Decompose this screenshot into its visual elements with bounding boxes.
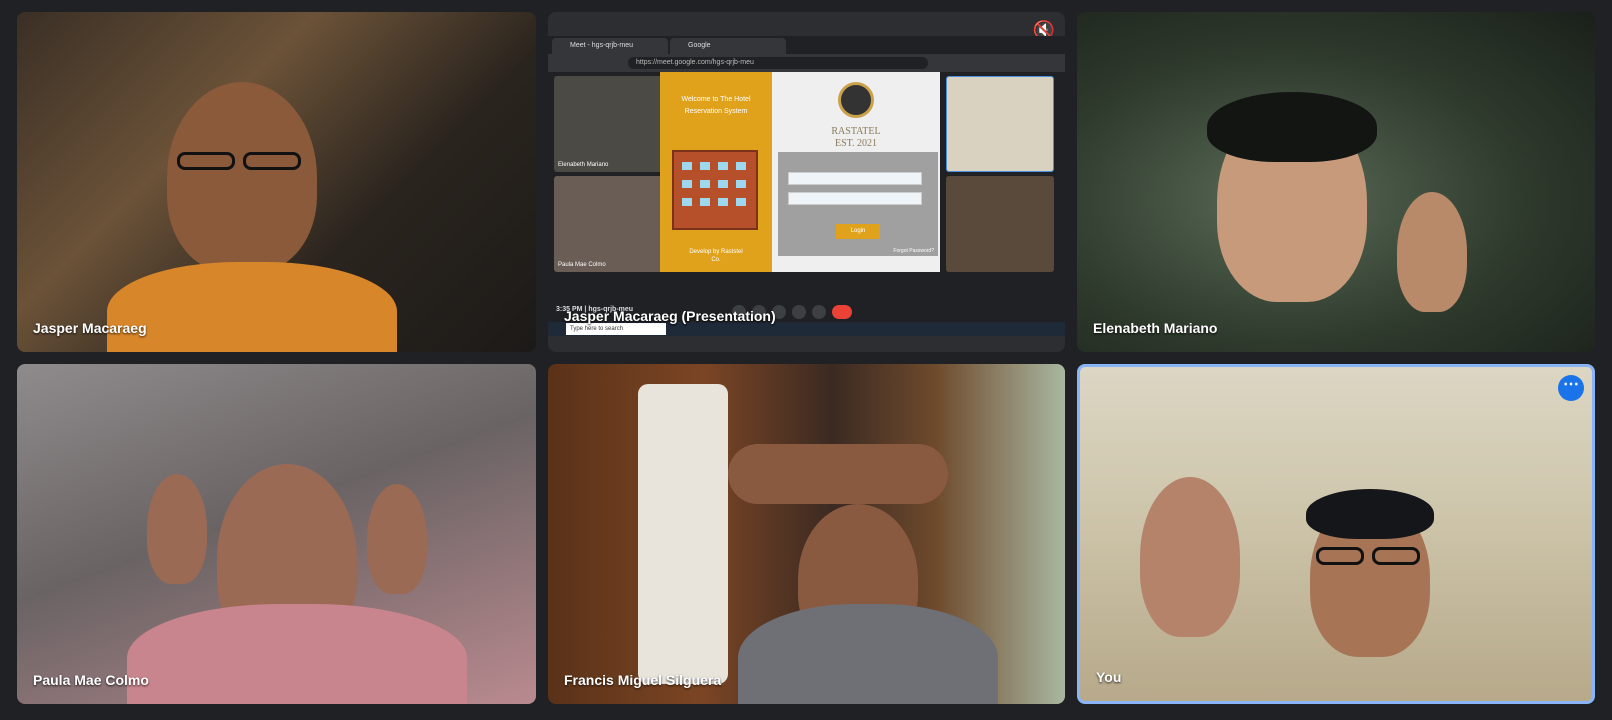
raised-hand (367, 484, 427, 594)
participant-tile-francis[interactable]: Francis Miguel Silguera (548, 364, 1065, 704)
password-field[interactable] (788, 192, 922, 205)
participant-body (738, 604, 998, 704)
participant-video (167, 82, 317, 272)
mini-tile-name: Paula Mae Colmo (558, 262, 606, 268)
present-icon (792, 305, 806, 319)
browser-tab: Meet - hgs-qrjb-meu (552, 38, 668, 54)
glasses-right (1372, 547, 1420, 565)
more-options-icon[interactable]: ⋯ (1558, 375, 1584, 401)
participant-name: Francis Miguel Silguera (564, 672, 722, 688)
welcome-text: Welcome to The Hotel Reservation System (681, 96, 751, 115)
url-field: https://meet.google.com/hgs-qrjb-meu (628, 57, 928, 69)
mini-tile: Paula Mae Colmo (554, 176, 662, 272)
login-form: Login Forgot Password? (778, 152, 938, 256)
mini-tile: Elenabeth Mariano (554, 76, 662, 172)
raised-hand (1397, 192, 1467, 312)
raised-hand (147, 474, 207, 584)
raised-arm (728, 444, 948, 504)
glasses-left (1316, 547, 1364, 565)
hang-up-icon (832, 305, 852, 319)
mini-tile (946, 176, 1054, 272)
glasses-right (243, 152, 301, 170)
windows-taskbar: Type here to search (548, 322, 1065, 336)
dialog-footer-text: Develop by Raststel Co. (689, 249, 743, 263)
more-icon (812, 305, 826, 319)
raised-hand (1140, 477, 1240, 637)
participant-name: Jasper Macaraeg (Presentation) (564, 308, 776, 324)
address-bar: https://meet.google.com/hgs-qrjb-meu (548, 54, 1065, 72)
rastatel-logo (838, 82, 874, 118)
participant-body (127, 604, 467, 704)
participant-tile-you[interactable]: ⋯ You (1077, 364, 1595, 704)
taskbar-search: Type here to search (566, 323, 666, 335)
participant-tile-paula[interactable]: Paula Mae Colmo (17, 364, 536, 704)
hotel-illustration (672, 150, 758, 230)
hair (1306, 489, 1434, 539)
hair (1207, 92, 1377, 162)
login-dialog: Welcome to The Hotel Reservation System … (660, 72, 940, 272)
dialog-welcome-panel: Welcome to The Hotel Reservation System … (660, 72, 772, 272)
brand-block: RASTATEL EST. 2021 (772, 126, 940, 150)
meeting-grid: Jasper Macaraeg 🔇 Meet - hgs-qrjb-meu Go… (0, 0, 1612, 720)
participant-tile-jasper[interactable]: Jasper Macaraeg (17, 12, 536, 352)
mini-tile (946, 76, 1054, 172)
brand-name: RASTATEL (831, 126, 881, 137)
login-button[interactable]: Login (836, 224, 880, 239)
participant-tile-elenabeth[interactable]: Elenabeth Mariano (1077, 12, 1595, 352)
shared-screen: 🔇 Meet - hgs-qrjb-meu Google https://mee… (548, 12, 1065, 352)
username-field[interactable] (788, 172, 922, 185)
dialog-login-panel: RASTATEL EST. 2021 Login Forgot Password… (772, 72, 940, 272)
hanging-clothes (638, 384, 728, 684)
participant-body (107, 262, 397, 352)
presentation-tile[interactable]: 🔇 Meet - hgs-qrjb-meu Google https://mee… (548, 12, 1065, 352)
browser-tab-bar: Meet - hgs-qrjb-meu Google (548, 36, 1065, 54)
participant-name: Elenabeth Mariano (1093, 320, 1218, 336)
mini-tile-name: Elenabeth Mariano (558, 162, 609, 168)
participant-name: Jasper Macaraeg (33, 320, 147, 336)
participant-name: Paula Mae Colmo (33, 672, 149, 688)
forgot-password-link[interactable]: Forgot Password? (893, 248, 934, 254)
glasses-left (177, 152, 235, 170)
brand-est: EST. 2021 (834, 138, 878, 149)
participant-name: You (1096, 669, 1122, 685)
browser-tab: Google (670, 38, 786, 54)
